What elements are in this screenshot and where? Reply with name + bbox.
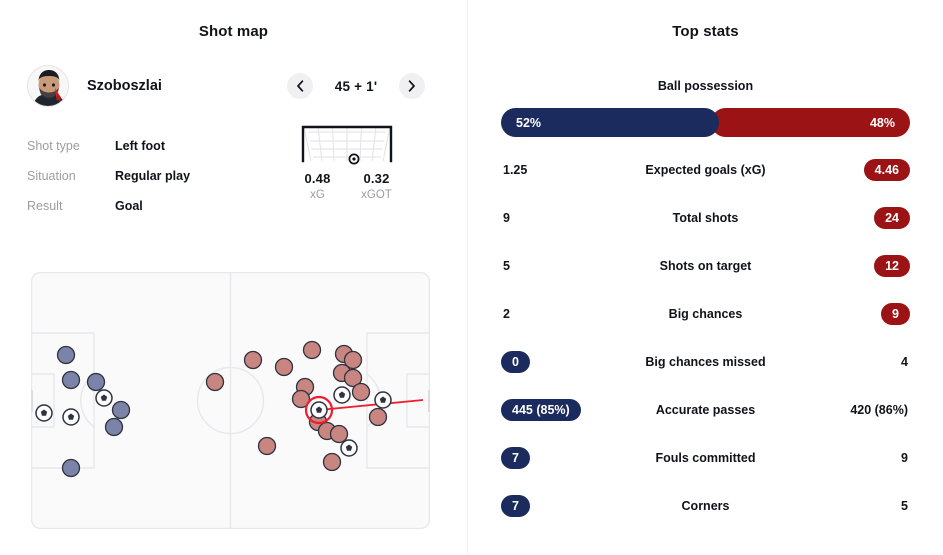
pitch-shot-map[interactable] [31, 272, 430, 529]
stat-away-cell: 4 [810, 355, 910, 369]
stat-home-cell: 5 [501, 259, 601, 273]
stat-away-value: 4 [901, 355, 908, 369]
stat-home-cell: 1.25 [501, 163, 601, 177]
goal-mouth-widget: 0.48 xG 0.32 xGOT [288, 123, 408, 201]
table-row: 9 Total shots 24 [501, 194, 910, 242]
xgot-label: xGOT [361, 189, 392, 201]
detail-label: Situation [27, 169, 76, 183]
chevron-right-icon [408, 80, 415, 92]
stat-label: Fouls committed [655, 451, 756, 465]
stat-away-value: 24 [874, 206, 910, 230]
stat-label: Accurate passes [655, 403, 756, 417]
stat-away-value: 420 (86%) [850, 403, 908, 417]
possession-away-segment: 48% [711, 108, 910, 137]
stat-away-cell: 9 [810, 302, 910, 326]
detail-label: Result [27, 199, 63, 213]
stat-label: Shots on target [659, 259, 752, 273]
top-stats-title: Top stats [672, 23, 739, 40]
stat-home-cell: 0 [501, 350, 601, 374]
shot-details: Shot type Left foot Situation Regular pl… [0, 125, 467, 221]
table-row: 7 Fouls committed 9 [501, 434, 910, 482]
stat-away-cell: 9 [810, 451, 910, 465]
stat-away-value: 9 [901, 451, 908, 465]
player-row: Szoboszlai 45 + 1' [0, 63, 467, 109]
possession-away-value: 48% [869, 115, 895, 130]
detail-value: Left foot [115, 139, 165, 153]
xg-column: 0.48 xG [288, 171, 347, 201]
stat-away-cell: 420 (86%) [810, 403, 910, 417]
stat-home-value: 1.25 [503, 163, 528, 177]
table-row: 1.25 Expected goals (xG) 4.46 [501, 146, 910, 194]
possession-label: Ball possession [657, 79, 754, 93]
table-row: 7 Corners 5 [501, 482, 910, 530]
goal-net-icon [301, 125, 393, 165]
stat-label: Expected goals (xG) [645, 163, 766, 177]
page-title: Shot map [198, 23, 269, 40]
xgot-column: 0.32 xGOT [347, 171, 406, 201]
stat-home-value: 9 [503, 211, 510, 225]
prev-shot-button[interactable] [287, 73, 313, 99]
player-avatar-icon [28, 66, 68, 106]
table-row: 0 Big chances missed 4 [501, 338, 910, 386]
goal-ball-marker [348, 153, 360, 165]
xg-values: 0.48 xG 0.32 xGOT [288, 171, 406, 201]
possession-home-segment: 52% [501, 108, 719, 137]
stat-home-value: 445 (85%) [501, 398, 581, 422]
stat-away-cell: 5 [810, 499, 910, 513]
top-stats-panel: Top stats Ball possession 52% 48% 1.25 E… [468, 0, 943, 555]
stat-home-value: 2 [503, 307, 510, 321]
shot-map-panel: Shot map Szoboszlai 45 + 1' Shot type Le… [0, 0, 468, 555]
stat-home-cell: 9 [501, 211, 601, 225]
possession-bar: 52% 48% [501, 108, 910, 137]
stat-label: Total shots [672, 211, 739, 225]
xg-value: 0.48 [304, 171, 331, 186]
stat-home-cell: 2 [501, 307, 601, 321]
next-shot-button[interactable] [399, 73, 425, 99]
detail-value: Goal [115, 199, 143, 213]
xgot-value: 0.32 [363, 171, 390, 186]
stat-away-cell: 24 [810, 206, 910, 230]
minute-label: 45 + 1' [334, 78, 378, 94]
stat-label: Big chances [668, 307, 743, 321]
stat-home-value: 5 [503, 259, 510, 273]
stat-home-cell: 445 (85%) [501, 398, 601, 422]
stat-home-value: 7 [501, 494, 530, 518]
table-row: 445 (85%) Accurate passes 420 (86%) [501, 386, 910, 434]
stats-list: 1.25 Expected goals (xG) 4.46 9 Total sh… [501, 146, 910, 530]
stat-away-cell: 4.46 [810, 158, 910, 182]
stat-home-value: 7 [501, 446, 530, 470]
stat-away-cell: 12 [810, 254, 910, 278]
player-name: Szoboszlai [87, 78, 162, 94]
stat-away-value: 5 [901, 499, 908, 513]
pitch-svg [31, 272, 430, 529]
stat-away-value: 4.46 [863, 158, 910, 182]
detail-label: Shot type [27, 139, 80, 153]
possession-home-value: 52% [516, 115, 542, 130]
stat-home-value: 0 [501, 350, 530, 374]
xg-label: xG [310, 189, 325, 201]
detail-value: Regular play [115, 169, 191, 183]
chevron-left-icon [297, 80, 304, 92]
table-row: 5 Shots on target 12 [501, 242, 910, 290]
stat-label: Corners [681, 499, 730, 513]
shot-navigation: 45 + 1' [287, 73, 425, 99]
stat-away-value: 12 [874, 254, 910, 278]
stat-label: Big chances missed [645, 355, 766, 369]
stat-home-cell: 7 [501, 494, 601, 518]
goal-frame [299, 123, 395, 167]
shot-map-and-stats-screen: Shot map Szoboszlai 45 + 1' Shot type Le… [0, 0, 943, 555]
stat-away-value: 9 [881, 302, 910, 326]
table-row: 2 Big chances 9 [501, 290, 910, 338]
avatar[interactable] [27, 65, 69, 107]
stat-home-cell: 7 [501, 446, 601, 470]
